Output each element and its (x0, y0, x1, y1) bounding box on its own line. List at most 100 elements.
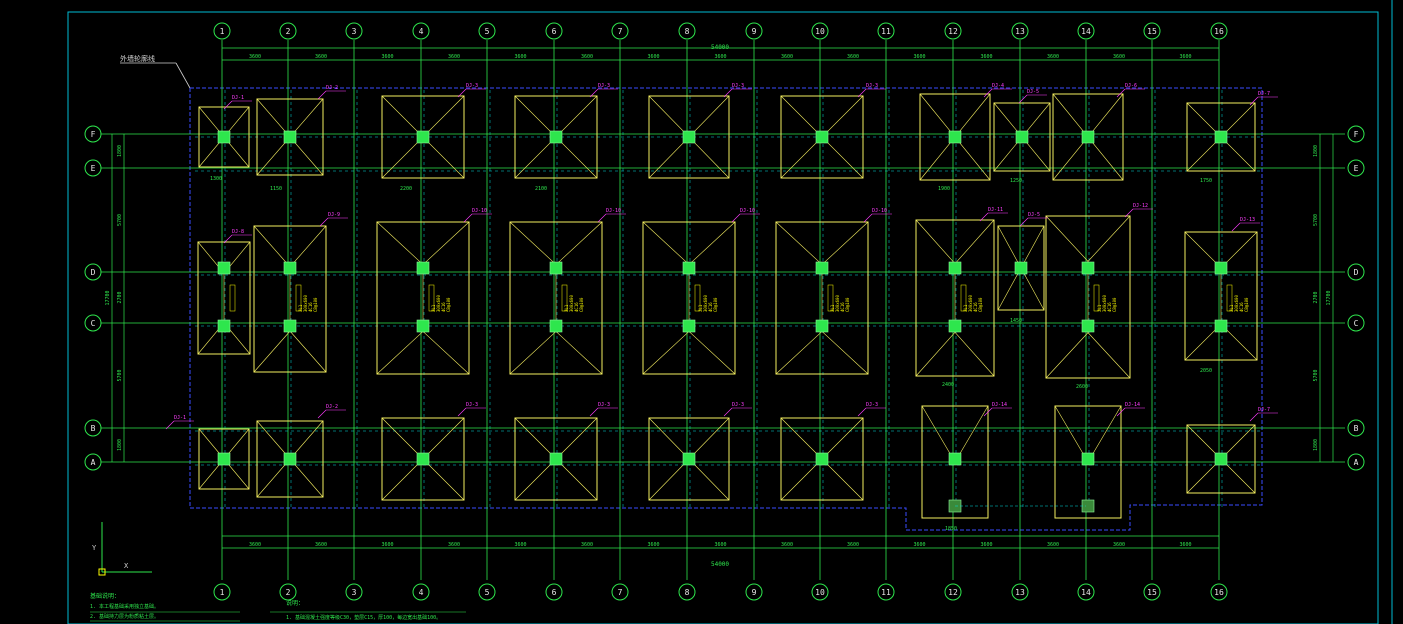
column-F-14 (1081, 130, 1095, 144)
span-dim-top-8: 3600 (714, 54, 726, 60)
footing-DC-4-d4 (422, 331, 470, 375)
column-C-16 (1214, 319, 1228, 333)
side-dim-right-5: 1800 (1313, 439, 1319, 451)
footing-DC-14-d1 (1045, 215, 1089, 262)
column-A-16 (1214, 452, 1228, 466)
side-dim-left-3: 2700 (117, 291, 123, 303)
side-total-right: 17700 (1326, 290, 1332, 305)
footing-tag-leader-22 (317, 409, 327, 419)
side-dim-left-2: 5700 (117, 214, 123, 226)
footing-DC-12-d1 (915, 219, 956, 264)
column-C-4 (416, 319, 430, 333)
span-dim-top-10: 3600 (847, 54, 859, 60)
beam-note-1 (229, 284, 236, 312)
axis-label-left-E: E (91, 164, 96, 173)
column-D-12 (948, 261, 962, 275)
beam-note-text-3-4: C8@100 (579, 297, 584, 312)
total-dim-bottom: 54000 (711, 561, 729, 568)
column-A-6 (549, 452, 563, 466)
footing-dim-5: 1900 (938, 186, 950, 192)
span-dim-top-11: 3600 (913, 54, 925, 60)
footing-tag-13: DJ-10 (472, 208, 487, 214)
column-D-10 (815, 261, 829, 275)
axis-label-bottom-16: 16 (1214, 588, 1224, 597)
axis-label-left-B: B (91, 424, 96, 433)
column-C-14 (1081, 319, 1095, 333)
footing-DC-2-d4 (289, 330, 327, 373)
footing-tag-leader-23 (457, 407, 467, 417)
axis-label-top-15: 15 (1147, 27, 1157, 36)
footing-tag-27: DJ-14 (992, 402, 1007, 408)
footing-tag-leader-12 (319, 217, 329, 227)
span-dim-bottom-9: 3600 (781, 542, 793, 548)
axis-label-top-3: 3 (352, 27, 357, 36)
footing-dim-1: 1300 (210, 176, 222, 182)
side-dim-right-4: 5700 (1313, 369, 1319, 381)
footing-DC-4-d2 (422, 221, 470, 265)
axis-label-bottom-11: 11 (881, 588, 891, 597)
axis-label-bottom-2: 2 (286, 588, 291, 597)
footing-tag-leader-26 (857, 407, 867, 417)
footing-tag-leader-14 (597, 213, 607, 223)
column-C-1 (217, 319, 231, 333)
cad-drawing-canvas[interactable]: 3600 3600 3600 3600 3600 3600 3600 3600 3600 3600… (0, 0, 1403, 624)
column-D-16 (1214, 261, 1228, 275)
axis-label-top-10: 10 (815, 27, 825, 36)
axis-label-top-2: 2 (286, 27, 291, 36)
footing-DC-12-d4 (954, 332, 995, 377)
axis-grid (100, 40, 1345, 580)
axis-label-top-9: 9 (752, 27, 757, 36)
footing-tag-3: DJ-3 (466, 83, 478, 89)
span-dim-top-2: 3600 (315, 54, 327, 60)
footing-tag-11: DJ-8 (232, 229, 244, 235)
column-F-8 (682, 130, 696, 144)
footing-tag-23: DJ-3 (466, 402, 478, 408)
footing-tag-8: DJ-5 (1027, 89, 1039, 95)
total-dim-bottom-text: 54000 (711, 561, 729, 568)
span-dim-top-13: 3600 (1047, 54, 1059, 60)
footing-tag-1: DJ-1 (232, 95, 244, 101)
footing-DC-8-d3 (642, 331, 690, 375)
axis-label-bottom-12: 12 (948, 588, 958, 597)
side-dim-left-5: 1800 (117, 439, 123, 451)
footing-tag-9: DJ-6 (1125, 83, 1137, 89)
column-A-4 (416, 452, 430, 466)
footing-tag-leader-7 (983, 88, 993, 98)
notes-right-line-1: 1. 基础混凝土强度等级C30，垫层C15，厚100，每边宽出基础100。 (286, 614, 441, 621)
axis-label-bottom-10: 10 (815, 588, 825, 597)
axis-label-left-C: C (91, 319, 96, 328)
callout-leader-diag (175, 62, 191, 89)
footing-tag-16: DJ-10 (872, 208, 887, 214)
footing-DC-6-d4 (555, 331, 603, 375)
axis-bubbles: 1122334455667788991010111112121313141415… (84, 22, 1365, 601)
footing-tags: DJ-1 DJ-2 DJ-3 DJ-3 DJ-3 DJ-3 DJ-4 DJ-5 DJ-6 DJ-7… (165, 83, 1278, 430)
footing-tag-leader-20 (1231, 222, 1241, 232)
dimension-lines: 3600 3600 3600 3600 3600 3600 3600 3600 3600 3600… (105, 47, 1334, 549)
column-D-8 (682, 261, 696, 275)
footing-DC-10-d1 (775, 221, 823, 265)
callout-label: 外墙轮廓线 (120, 54, 155, 63)
column-A-lower-14 (1081, 499, 1095, 513)
span-dim-bottom-3: 3600 (381, 542, 393, 548)
axis-label-top-5: 5 (485, 27, 490, 36)
beam-note-text-6-4: C8@100 (978, 297, 983, 312)
footing-DC-10-d3 (775, 331, 823, 375)
axis-label-bottom-8: 8 (685, 588, 690, 597)
column-F-1 (217, 130, 231, 144)
span-dim-bottom-15: 3600 (1179, 542, 1191, 548)
column-A-14 (1081, 452, 1095, 466)
notes-left-line-2: 2. 基础持力层为粉质粘土层。 (90, 613, 159, 620)
footing-tag-24: DJ-3 (598, 402, 610, 408)
footing-tag-14: DJ-10 (606, 208, 621, 214)
footing-DC-8-d2 (688, 221, 736, 265)
footing-tag-28: DJ-14 (1125, 402, 1140, 408)
footing-dim-6: 1250 (1010, 178, 1022, 184)
footing-dim-8: 1450 (1010, 318, 1022, 324)
total-dim-top-text: 54000 (711, 44, 729, 51)
column-F-4 (416, 130, 430, 144)
footing-DC-12-d3 (915, 332, 956, 377)
span-dim-bottom-4: 3600 (448, 542, 460, 548)
axis-label-top-11: 11 (881, 27, 891, 36)
footing-tag-leader-2 (317, 90, 327, 100)
span-dim-bottom-8: 3600 (714, 542, 726, 548)
